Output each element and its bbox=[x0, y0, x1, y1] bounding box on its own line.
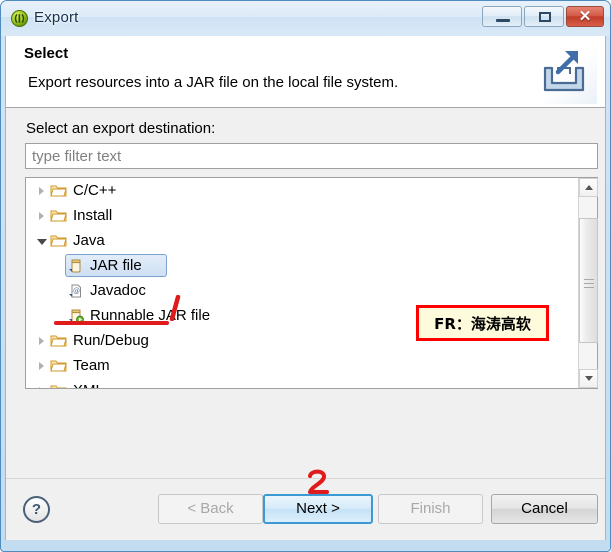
scrollbar-thumb[interactable] bbox=[579, 218, 598, 343]
page-title: Select bbox=[24, 45, 69, 62]
grip-line bbox=[584, 283, 594, 284]
title-bar: Export ✕ bbox=[1, 1, 610, 36]
tree-item-label: Javadoc bbox=[90, 282, 146, 299]
scroll-down-button[interactable] bbox=[579, 369, 598, 388]
export-destination-tree[interactable]: C/C++ Install Java JAR file @ Javadoc Ru… bbox=[25, 177, 598, 389]
tree-item-label: C/C++ bbox=[73, 182, 117, 199]
scroll-up-button[interactable] bbox=[579, 178, 598, 197]
watermark-text: FR：海涛高软 bbox=[434, 314, 531, 333]
annotation-step-one bbox=[166, 294, 184, 322]
tree-item-jar-file[interactable]: JAR file bbox=[26, 253, 578, 278]
maximize-button[interactable] bbox=[524, 6, 564, 27]
minimize-icon bbox=[496, 19, 510, 22]
page-description: Export resources into a JAR file on the … bbox=[28, 74, 399, 91]
dialog-footer: ? < Back Next > Finish Cancel bbox=[6, 478, 605, 540]
tree-item-label: Run/Debug bbox=[73, 332, 149, 349]
back-button[interactable]: < Back bbox=[158, 494, 263, 524]
tree-item-c-cpp[interactable]: C/C++ bbox=[26, 178, 578, 203]
chevron-right-icon[interactable] bbox=[36, 335, 48, 347]
dialog-header: Select Export resources into a JAR file … bbox=[6, 36, 605, 108]
dialog-body: Select Export resources into a JAR file … bbox=[5, 36, 606, 540]
svg-text:@: @ bbox=[73, 287, 80, 295]
export-arrow-icon bbox=[531, 38, 597, 104]
chevron-right-icon[interactable] bbox=[36, 360, 48, 372]
help-button[interactable]: ? bbox=[23, 496, 50, 523]
chevron-down-icon[interactable] bbox=[36, 235, 48, 247]
finish-button[interactable]: Finish bbox=[378, 494, 483, 524]
tree-item-javadoc[interactable]: @ Javadoc bbox=[26, 278, 578, 303]
close-button[interactable]: ✕ bbox=[566, 6, 604, 27]
tree-item-label: XML bbox=[73, 382, 104, 388]
tree-items[interactable]: C/C++ Install Java JAR file @ Javadoc Ru… bbox=[26, 178, 578, 388]
close-icon: ✕ bbox=[578, 8, 592, 25]
tree-item-label: Team bbox=[73, 357, 110, 374]
tree-item-label: Java bbox=[73, 232, 105, 249]
annotation-underline bbox=[54, 321, 169, 325]
annotation-step-two bbox=[307, 469, 331, 495]
folder-icon bbox=[50, 383, 68, 388]
watermark-annotation: FR：海涛高软 bbox=[416, 305, 549, 341]
jar-file-icon bbox=[67, 258, 85, 274]
tree-vertical-scrollbar[interactable] bbox=[578, 178, 598, 388]
chevron-right-icon[interactable] bbox=[36, 185, 48, 197]
next-button[interactable]: Next > bbox=[263, 494, 373, 524]
destination-label: Select an export destination: bbox=[26, 120, 216, 137]
folder-icon bbox=[50, 183, 68, 199]
tree-item-team[interactable]: Team bbox=[26, 353, 578, 378]
tree-item-java[interactable]: Java bbox=[26, 228, 578, 253]
tree-item-xml[interactable]: XML bbox=[26, 378, 578, 388]
window-title: Export bbox=[34, 9, 79, 26]
grip-line bbox=[584, 279, 594, 280]
scroll-up-arrow-icon bbox=[585, 185, 593, 190]
eclipse-export-icon bbox=[11, 10, 28, 27]
dialog-content: Select an export destination: C/C++ bbox=[6, 109, 605, 494]
tree-item-label: JAR file bbox=[90, 257, 142, 274]
folder-icon bbox=[50, 333, 68, 349]
minimize-button[interactable] bbox=[482, 6, 522, 27]
scroll-down-arrow-icon bbox=[585, 376, 593, 381]
filter-input[interactable] bbox=[25, 143, 598, 169]
folder-icon bbox=[50, 208, 68, 224]
tree-item-install[interactable]: Install bbox=[26, 203, 578, 228]
folder-icon bbox=[50, 358, 68, 374]
cancel-button[interactable]: Cancel bbox=[491, 494, 598, 524]
tree-item-label: Install bbox=[73, 207, 113, 224]
maximize-icon bbox=[539, 12, 551, 22]
javadoc-icon: @ bbox=[67, 283, 85, 299]
chevron-right-icon[interactable] bbox=[36, 210, 48, 222]
chevron-right-icon[interactable] bbox=[36, 385, 48, 388]
grip-line bbox=[584, 287, 594, 288]
export-dialog-window: Export ✕ Select Export resources into a … bbox=[0, 0, 611, 552]
folder-icon bbox=[50, 233, 68, 249]
